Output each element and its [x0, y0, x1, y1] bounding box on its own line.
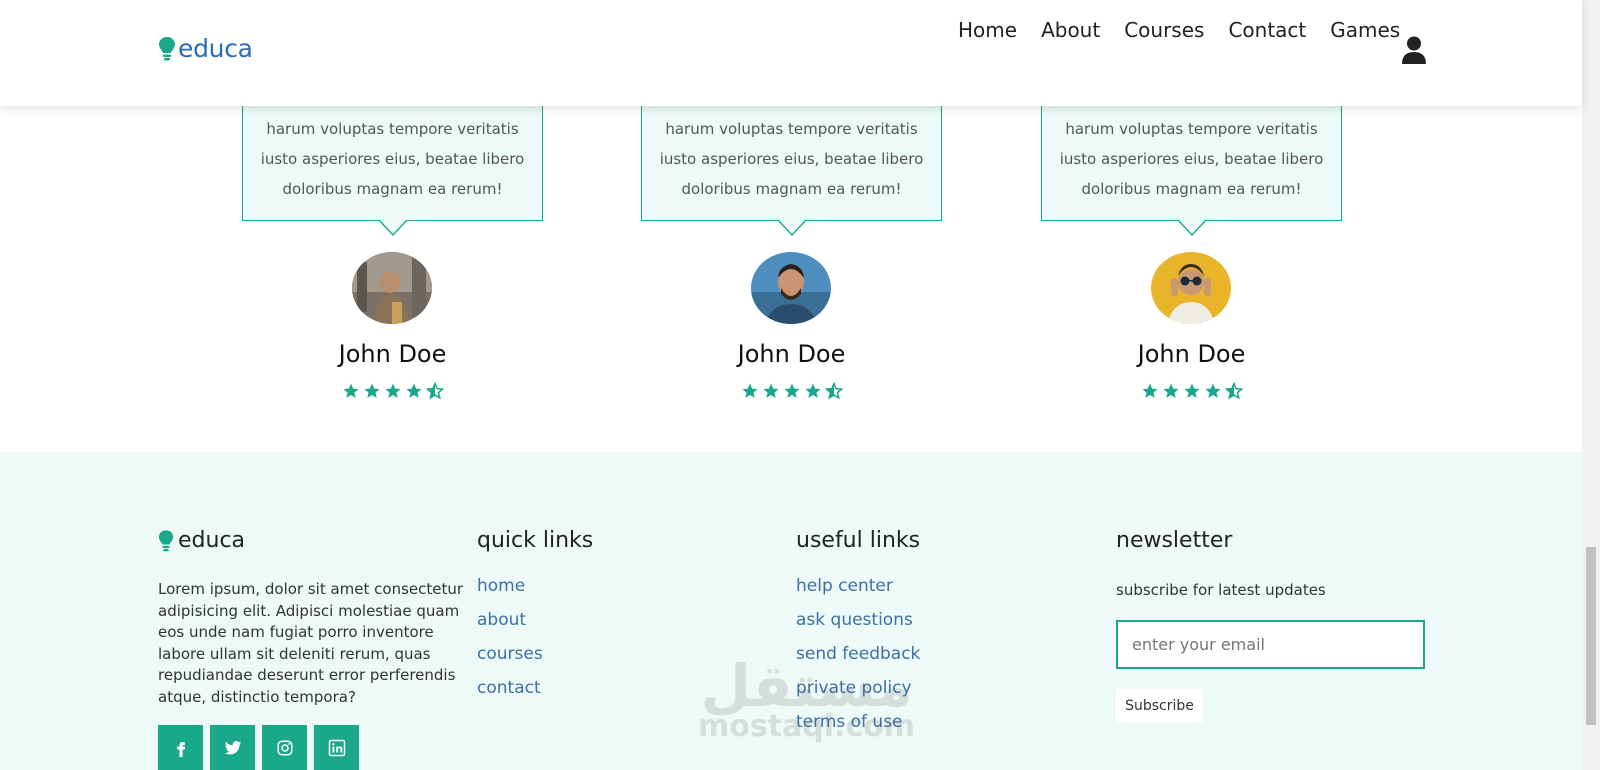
- star-icon: [385, 383, 400, 398]
- testimonial-text: iusto asperiores eius, beatae libero: [659, 150, 924, 168]
- testimonial-text: iusto asperiores eius, beatae libero: [1059, 150, 1324, 168]
- testimonial-card: harum voluptas tempore veritatis iusto a…: [641, 90, 942, 236]
- lightbulb-icon: [158, 529, 174, 551]
- twitter-button[interactable]: [210, 725, 255, 770]
- star-rating: [1041, 382, 1342, 400]
- avatar: [1151, 252, 1231, 324]
- linkedin-button[interactable]: [314, 725, 359, 770]
- facebook-icon: [176, 741, 185, 757]
- avatar: [352, 252, 432, 324]
- newsletter-email-input[interactable]: [1116, 620, 1425, 669]
- star-half-icon: [1224, 382, 1243, 400]
- star-icon: [1184, 383, 1199, 398]
- useful-link-help-center[interactable]: help center: [796, 569, 920, 603]
- lightbulb-icon: [159, 36, 175, 60]
- linkedin-icon: [328, 739, 345, 756]
- watermark-arabic: مستقل: [700, 652, 913, 720]
- quick-link-home[interactable]: home: [477, 569, 593, 603]
- star-half-icon: [425, 382, 444, 400]
- testimonial-card: harum voluptas tempore veritatis iusto a…: [242, 90, 543, 236]
- page-scrollbar[interactable]: [1582, 0, 1600, 770]
- testimonial-text: doloribus magnam ea rerum!: [1081, 180, 1302, 198]
- speech-pointer: [377, 219, 408, 236]
- main-nav: Home About Courses Contact Games: [958, 18, 1400, 42]
- star-rating: [641, 382, 942, 400]
- testimonial-text: harum voluptas tempore veritatis: [1065, 120, 1318, 138]
- site-header: educa Home About Courses Contact Games: [0, 0, 1582, 106]
- twitter-icon: [224, 740, 241, 754]
- footer-logo-text: educa: [178, 528, 246, 553]
- testimonial-name: John Doe: [338, 340, 447, 368]
- star-icon: [805, 383, 820, 398]
- speech-pointer: [776, 219, 807, 236]
- star-icon: [364, 383, 379, 398]
- quick-link-courses[interactable]: courses: [477, 637, 593, 671]
- subscribe-button[interactable]: Subscribe: [1116, 689, 1203, 723]
- star-icon: [343, 383, 358, 398]
- star-rating: [242, 382, 543, 400]
- site-logo[interactable]: educa: [158, 34, 253, 63]
- testimonial-text: doloribus magnam ea rerum!: [681, 180, 902, 198]
- instagram-icon: [277, 740, 292, 755]
- instagram-button[interactable]: [262, 725, 307, 770]
- newsletter-title: newsletter: [1116, 528, 1233, 553]
- nav-games[interactable]: Games: [1330, 18, 1400, 42]
- star-half-icon: [824, 382, 843, 400]
- watermark-latin: mostaql.com: [698, 709, 916, 744]
- watermark: مستقل mostaql.com: [698, 652, 916, 744]
- testimonial-text: doloribus magnam ea rerum!: [282, 180, 503, 198]
- site-footer: educa Lorem ipsum, dolor sit amet consec…: [0, 452, 1582, 770]
- quick-link-about[interactable]: about: [477, 603, 593, 637]
- social-links: [158, 725, 464, 770]
- facebook-button[interactable]: [158, 725, 203, 770]
- nav-home[interactable]: Home: [958, 18, 1017, 42]
- scrollbar-thumb[interactable]: [1586, 547, 1596, 725]
- star-icon: [1205, 383, 1220, 398]
- testimonial-text: harum voluptas tempore veritatis: [665, 120, 918, 138]
- testimonial-name: John Doe: [737, 340, 846, 368]
- footer-newsletter: newsletter subscribe for latest updates …: [1116, 528, 1425, 723]
- footer-about-text: Lorem ipsum, dolor sit amet consectetur …: [158, 580, 464, 706]
- nav-about[interactable]: About: [1041, 18, 1100, 42]
- logo-text: educa: [178, 34, 253, 63]
- nav-contact[interactable]: Contact: [1228, 18, 1306, 42]
- testimonial-text: harum voluptas tempore veritatis: [266, 120, 519, 138]
- star-icon: [763, 383, 778, 398]
- star-icon: [406, 383, 421, 398]
- footer-quick-links: quick links home about courses contact: [477, 528, 593, 705]
- footer-brand: educa Lorem ipsum, dolor sit amet consec…: [158, 528, 464, 770]
- quick-link-contact[interactable]: contact: [477, 671, 593, 705]
- user-icon[interactable]: [1401, 36, 1427, 64]
- speech-pointer: [1176, 219, 1207, 236]
- footer-logo[interactable]: educa: [158, 528, 464, 553]
- star-icon: [784, 383, 799, 398]
- testimonial-name: John Doe: [1137, 340, 1246, 368]
- newsletter-subtitle: subscribe for latest updates: [1116, 581, 1326, 599]
- quick-links-title: quick links: [477, 528, 594, 553]
- star-icon: [1142, 383, 1157, 398]
- useful-link-ask-questions[interactable]: ask questions: [796, 603, 920, 637]
- useful-links-title: useful links: [796, 528, 921, 553]
- star-icon: [1163, 383, 1178, 398]
- avatar: [751, 252, 831, 324]
- star-icon: [742, 383, 757, 398]
- nav-courses[interactable]: Courses: [1124, 18, 1204, 42]
- testimonial-card: harum voluptas tempore veritatis iusto a…: [1041, 90, 1342, 236]
- testimonial-text: iusto asperiores eius, beatae libero: [260, 150, 525, 168]
